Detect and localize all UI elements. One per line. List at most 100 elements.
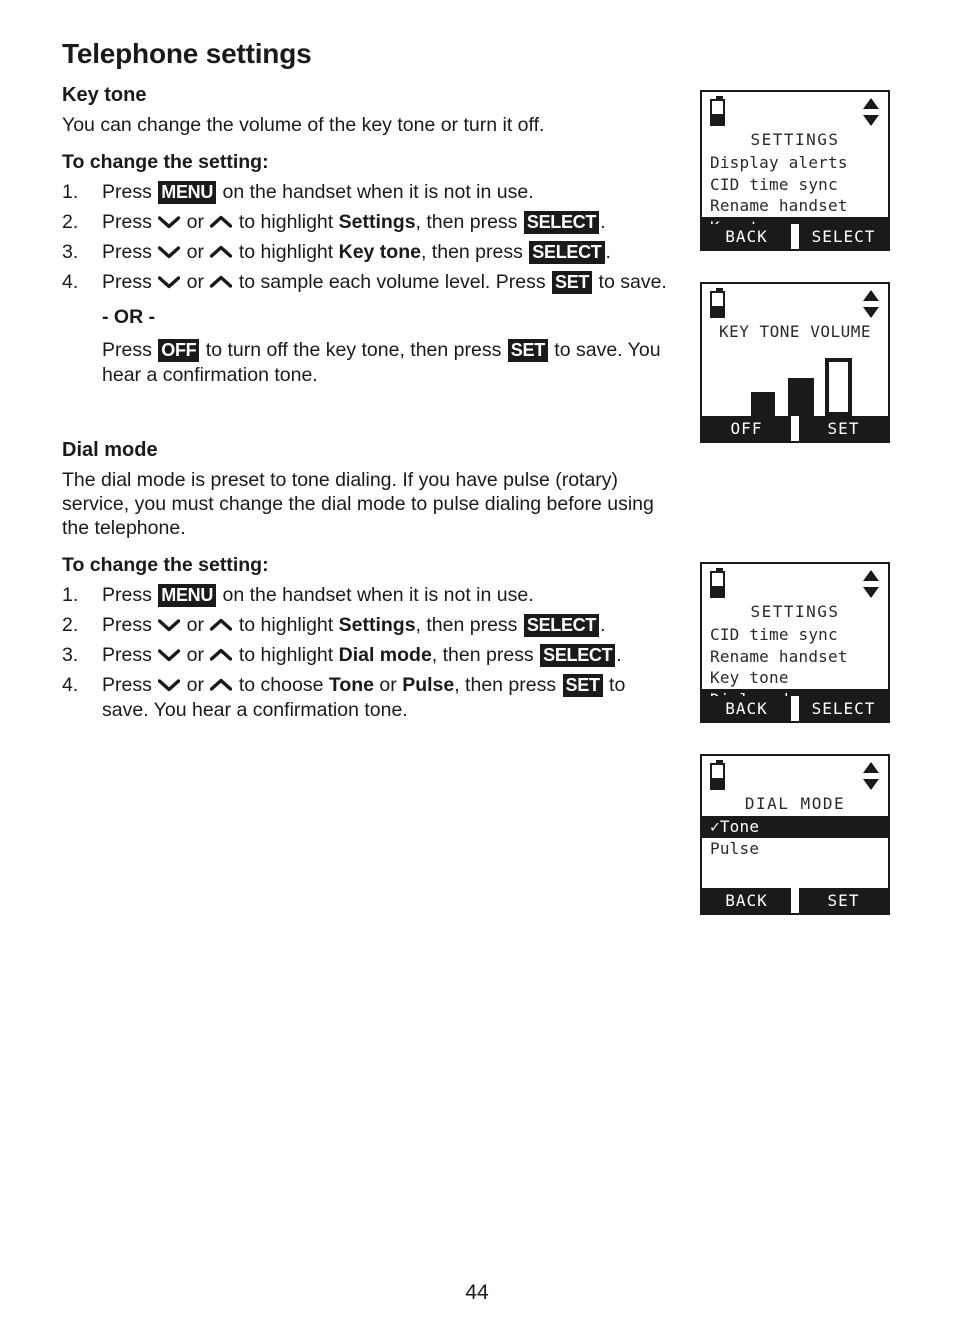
lcd-menu-item-selected[interactable]: Dial mode <box>702 688 888 696</box>
softkey-right-set[interactable]: SET <box>799 416 888 441</box>
lcd-menu-item[interactable]: Rename handset <box>702 195 888 217</box>
lcd-menu-list: ✓Tone Pulse <box>702 816 888 859</box>
lcd-menu-item-selected[interactable]: Key tone <box>702 216 888 224</box>
key-label-menu: MENU <box>158 584 217 607</box>
lcd-screen-dial-mode-options: DIAL MODE ✓Tone Pulse BACK SET <box>700 754 890 915</box>
lcd-screen-settings-dial-mode: SETTINGS CID time sync Rename handset Key t… <box>700 562 890 723</box>
chevron-up-icon <box>210 245 233 258</box>
softkey-divider <box>791 224 799 249</box>
softkey-divider <box>791 888 799 913</box>
lcd-menu-item[interactable]: Rename handset <box>702 646 888 668</box>
step-number: 1. <box>62 181 79 203</box>
emphasis-text: Tone <box>328 674 374 696</box>
battery-icon <box>710 96 725 126</box>
arrow-down-icon <box>863 779 879 790</box>
content-column: Telephone settings Key tone You can chan… <box>62 38 672 728</box>
lcd-title: DIAL MODE <box>744 794 846 813</box>
scroll-arrows-icon <box>863 98 879 126</box>
step-item: 3. Press or to highlight Key tone, then p… <box>62 240 672 265</box>
arrow-up-icon <box>863 98 879 109</box>
lcd-menu-item[interactable]: Display alerts <box>702 152 888 174</box>
section-intro: The dial mode is preset to tone dialing.… <box>62 469 654 539</box>
lcd-title: SETTINGS <box>750 602 840 621</box>
volume-bar-filled <box>788 377 814 416</box>
scroll-arrows-icon <box>863 570 879 598</box>
chevron-up-icon <box>210 618 233 631</box>
key-label-select: SELECT <box>540 644 616 667</box>
step-number: 1. <box>62 584 79 606</box>
step-text: Press MENU on the handset when it is not… <box>102 181 534 204</box>
softkey-left-back[interactable]: BACK <box>702 224 791 249</box>
step-item: 2. Press or to highlight Settings, then p… <box>62 210 672 235</box>
arrow-up-icon <box>863 762 879 773</box>
lcd-menu-item[interactable]: CID time sync <box>702 624 888 646</box>
lcd-menu-list: Display alerts CID time sync Rename handse… <box>702 152 888 224</box>
or-separator: - OR - <box>102 306 156 328</box>
lcd-display-area: SETTINGS Display alerts CID time sync Renam… <box>702 92 888 224</box>
chevron-down-icon <box>158 216 181 229</box>
section-dial-mode: Dial mode The dial mode is preset to ton… <box>62 439 672 723</box>
softkey-right-set[interactable]: SET <box>799 888 888 913</box>
step-number: 3. <box>62 241 79 263</box>
step-text: Press or to choose Tone or Pulse, then p… <box>102 674 626 721</box>
step-text: Press or to highlight Key tone, then pre… <box>102 241 611 264</box>
lcd-menu-list: CID time syncRename handsetKey toneDial … <box>702 624 888 696</box>
lcd-menu-item[interactable]: Key tone <box>702 667 888 689</box>
chevron-up-icon <box>210 215 233 228</box>
chevron-down-icon <box>158 276 181 289</box>
key-label-set: SET <box>562 674 603 697</box>
chevron-up-icon <box>210 648 233 661</box>
page-title: Telephone settings <box>62 38 312 69</box>
key-label-set: SET <box>552 271 593 294</box>
softkey-left-back[interactable]: BACK <box>702 696 791 721</box>
lcd-title: KEY TONE VOLUME <box>719 322 871 341</box>
key-label-off: OFF <box>158 339 200 362</box>
step-number: 4. <box>62 674 79 696</box>
lcd-softkey-bar: BACK SELECT <box>702 696 888 721</box>
step-number: 2. <box>62 614 79 636</box>
key-label-set: SET <box>507 339 548 362</box>
key-label-menu: MENU <box>158 181 217 204</box>
step-item: 4. Press or to choose Tone or Pulse, then… <box>62 673 672 723</box>
emphasis-text: Settings <box>338 614 416 636</box>
section-heading: Key tone <box>62 84 147 106</box>
lcd-menu-item[interactable]: Pulse <box>702 838 888 860</box>
lcd-screen-key-tone-volume: KEY TONE VOLUME OFF SET <box>700 282 890 443</box>
lcd-softkey-bar: BACK SET <box>702 888 888 913</box>
chevron-down-icon <box>158 649 181 662</box>
chevron-down-icon <box>158 246 181 259</box>
section-heading: Dial mode <box>62 439 158 461</box>
battery-fill <box>712 113 723 124</box>
softkey-right-select[interactable]: SELECT <box>799 224 888 249</box>
softkey-divider <box>791 696 799 721</box>
softkey-right-select[interactable]: SELECT <box>799 696 888 721</box>
chevron-down-icon <box>158 679 181 692</box>
step-number: 4. <box>62 271 79 293</box>
section-subheading: To change the setting: <box>62 151 269 173</box>
lcd-menu-item-selected[interactable]: ✓Tone <box>702 816 888 838</box>
battery-fill <box>712 777 723 788</box>
softkey-left-back[interactable]: BACK <box>702 888 791 913</box>
lcd-display-area: DIAL MODE ✓Tone Pulse <box>702 756 888 888</box>
arrow-down-icon <box>863 115 879 126</box>
step-alt-text: Press OFF to turn off the key tone, then… <box>102 339 661 386</box>
lcd-menu-item[interactable]: CID time sync <box>702 174 888 196</box>
arrow-up-icon <box>863 290 879 301</box>
step-text: Press MENU on the handset when it is not… <box>102 584 534 607</box>
softkey-left-off[interactable]: OFF <box>702 416 791 441</box>
key-label-select: SELECT <box>523 211 600 234</box>
step-text: Press or to highlight Settings, then pre… <box>102 211 606 234</box>
lcd-softkey-bar: BACK SELECT <box>702 224 888 249</box>
step-item: 2. Press or to highlight Settings, then p… <box>62 613 672 638</box>
key-label-select: SELECT <box>523 614 600 637</box>
emphasis-text: Dial mode <box>338 644 432 666</box>
lcd-screen-settings-key-tone: SETTINGS Display alerts CID time sync Renam… <box>700 90 890 251</box>
battery-icon <box>710 760 725 790</box>
step-text: Press or to highlight Dial mode, then pr… <box>102 644 622 667</box>
scroll-arrows-icon <box>863 762 879 790</box>
step-text: Press or to sample each volume level. Pr… <box>102 271 667 294</box>
step-item: 1. Press MENU on the handset when it is n… <box>62 180 672 205</box>
step-item: 4. Press or to sample each volume level. … <box>62 270 672 388</box>
lcd-display-area: KEY TONE VOLUME <box>702 284 888 416</box>
